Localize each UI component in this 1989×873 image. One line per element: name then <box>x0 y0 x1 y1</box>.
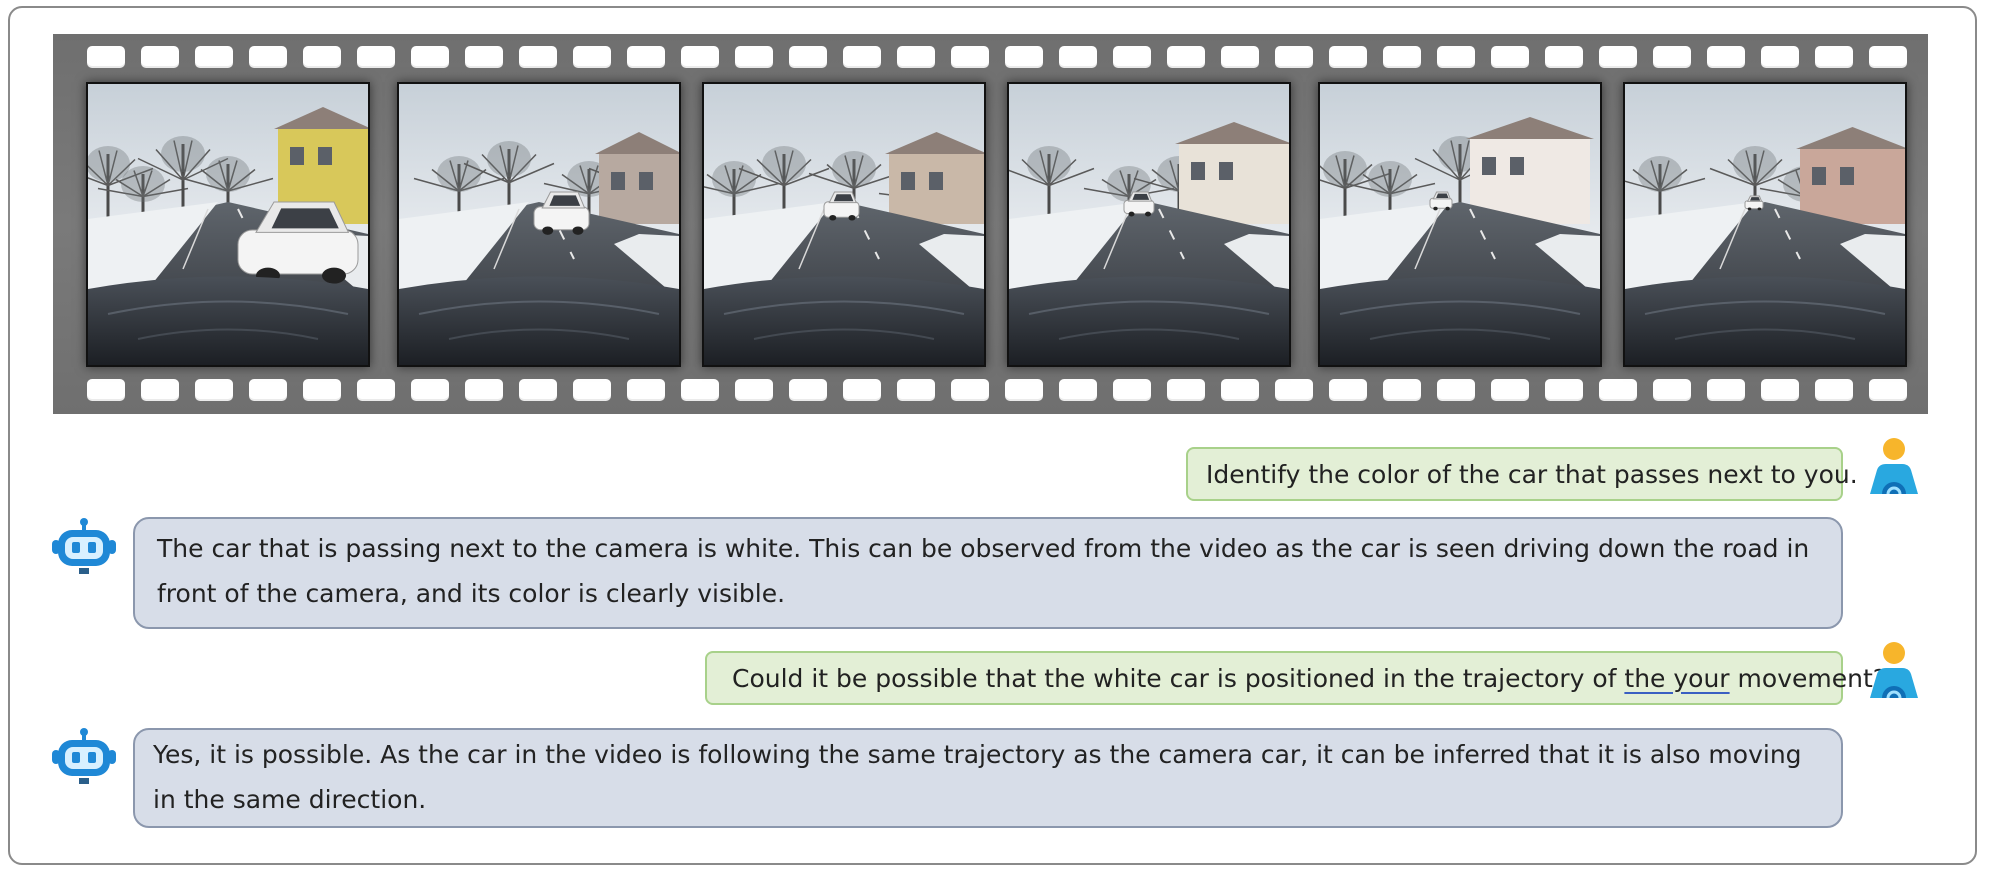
dashcam-scene <box>1625 84 1905 365</box>
sprocket-hole <box>1869 46 1907 68</box>
video-frame-4 <box>1007 82 1291 367</box>
sprocket-hole <box>1383 379 1421 401</box>
video-frame-3 <box>702 82 986 367</box>
sprocket-hole <box>303 379 341 401</box>
sprocket-hole <box>465 379 503 401</box>
video-frame-2 <box>397 82 681 367</box>
sprocket-hole <box>357 379 395 401</box>
sprocket-hole <box>735 46 773 68</box>
user-message-2-text: Could it be possible that the white car … <box>732 663 1887 693</box>
sprocket-hole <box>141 46 179 68</box>
robot-avatar-icon <box>52 726 116 790</box>
sprocket-hole <box>1167 379 1205 401</box>
sprocket-hole <box>843 379 881 401</box>
sprocket-hole <box>1761 46 1799 68</box>
user-message-1-text: Identify the color of the car that passe… <box>1206 459 1858 489</box>
sprocket-hole <box>1275 379 1313 401</box>
sprocket-hole <box>1221 379 1259 401</box>
underlined-phrase: the your <box>1624 663 1730 693</box>
sprocket-hole <box>1491 46 1529 68</box>
sprocket-hole <box>1545 46 1583 68</box>
sprocket-hole <box>519 46 557 68</box>
sprocket-hole <box>789 46 827 68</box>
sprocket-hole <box>465 46 503 68</box>
sprocket-hole <box>1383 46 1421 68</box>
sprocket-hole <box>1005 46 1043 68</box>
sprocket-hole <box>195 379 233 401</box>
sprocket-hole <box>681 46 719 68</box>
sprocket-hole <box>1761 379 1799 401</box>
video-filmstrip <box>53 34 1928 414</box>
sprocket-hole <box>735 379 773 401</box>
assistant-message-1: The car that is passing next to the came… <box>133 517 1843 629</box>
sprocket-hole <box>1653 379 1691 401</box>
user-avatar-icon <box>1862 436 1926 500</box>
sprocket-hole <box>87 46 125 68</box>
video-frame-5 <box>1318 82 1602 367</box>
sprocket-hole <box>1815 379 1853 401</box>
user-avatar-icon <box>1862 640 1926 704</box>
dashcam-scene <box>1009 84 1289 365</box>
sprocket-hole <box>1491 379 1529 401</box>
dashcam-scene <box>1320 84 1600 365</box>
sprocket-hole <box>951 46 989 68</box>
dashcam-scene <box>399 84 679 365</box>
sprocket-hole <box>1707 46 1745 68</box>
sprocket-hole <box>249 46 287 68</box>
sprocket-hole <box>195 46 233 68</box>
sprocket-hole <box>519 379 557 401</box>
assistant-message-2: Yes, it is possible. As the car in the v… <box>133 728 1843 828</box>
sprocket-hole <box>951 379 989 401</box>
sprocket-hole <box>627 46 665 68</box>
dashcam-scene <box>88 84 368 365</box>
assistant-message-2-text: Yes, it is possible. As the car in the v… <box>153 740 1802 814</box>
sprocket-hole <box>1437 46 1475 68</box>
video-frame-1 <box>86 82 370 367</box>
sprocket-hole <box>1275 46 1313 68</box>
sprocket-hole <box>1167 46 1205 68</box>
sprocket-hole <box>1005 379 1043 401</box>
sprocket-hole <box>1707 379 1745 401</box>
sprocket-hole <box>411 379 449 401</box>
sprocket-hole <box>1437 379 1475 401</box>
user-message-1: Identify the color of the car that passe… <box>1186 447 1858 501</box>
dashcam-scene <box>704 84 984 365</box>
sprocket-hole <box>87 379 125 401</box>
sprocket-hole <box>897 379 935 401</box>
sprocket-hole <box>1059 379 1097 401</box>
sprocket-hole <box>1113 46 1151 68</box>
user-message-2: Could it be possible that the white car … <box>705 651 1886 705</box>
assistant-message-1-text: The car that is passing next to the came… <box>157 534 1810 608</box>
sprocket-hole <box>249 379 287 401</box>
sprocket-hole <box>1653 46 1691 68</box>
sprocket-hole <box>411 46 449 68</box>
sprocket-hole <box>1869 379 1907 401</box>
sprocket-hole <box>1329 46 1367 68</box>
sprocket-hole <box>1221 46 1259 68</box>
robot-avatar-icon <box>52 516 116 580</box>
sprocket-hole <box>789 379 827 401</box>
sprocket-hole <box>357 46 395 68</box>
sprocket-hole <box>303 46 341 68</box>
sprocket-hole <box>141 379 179 401</box>
sprocket-hole <box>1113 379 1151 401</box>
sprocket-hole <box>1329 379 1367 401</box>
sprocket-hole <box>1815 46 1853 68</box>
sprocket-hole <box>1599 46 1637 68</box>
sprocket-hole <box>1599 379 1637 401</box>
sprocket-hole <box>681 379 719 401</box>
sprocket-hole <box>843 46 881 68</box>
video-frame-6 <box>1623 82 1907 367</box>
sprocket-hole <box>1059 46 1097 68</box>
sprocket-hole <box>1545 379 1583 401</box>
sprocket-hole <box>897 46 935 68</box>
sprocket-hole <box>573 46 611 68</box>
sprocket-hole <box>573 379 611 401</box>
sprocket-hole <box>627 379 665 401</box>
